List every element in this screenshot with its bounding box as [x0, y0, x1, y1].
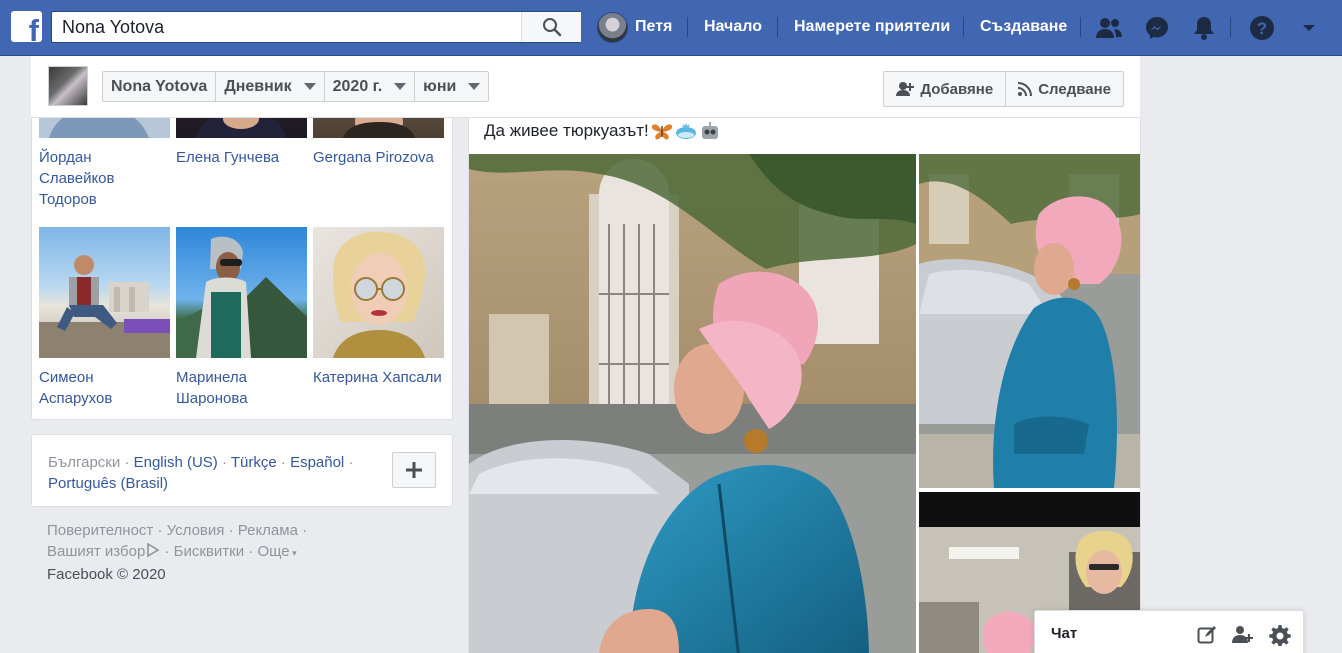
timeline-label: Дневник: [224, 78, 292, 95]
friend-tile[interactable]: Елена Гунчева: [176, 118, 307, 168]
language-selector-card: Български · English (US) · Türkçe · Espa…: [31, 434, 453, 507]
add-friend-button[interactable]: Добавяне: [884, 72, 1007, 106]
top-navigation-bar: f Петя Начало Намерете приятели Създаван…: [0, 0, 1342, 56]
post-photo-side-top[interactable]: [919, 154, 1140, 488]
friend-name[interactable]: Маринела Шаронова: [176, 367, 307, 409]
compose-message-icon[interactable]: [1195, 623, 1219, 647]
friend-photo[interactable]: [313, 118, 444, 138]
nav-divider: [777, 17, 778, 37]
friend-photo[interactable]: [39, 227, 170, 358]
language-link-english[interactable]: English (US): [134, 454, 218, 471]
friend-requests-icon[interactable]: [1095, 14, 1123, 42]
friend-photo[interactable]: [39, 118, 170, 138]
create-group-icon[interactable]: [1231, 623, 1255, 647]
messenger-icon[interactable]: [1143, 14, 1171, 42]
plus-icon: [406, 462, 422, 478]
language-list: Български · English (US) · Türkçe · Espa…: [48, 452, 378, 494]
search-input[interactable]: [52, 12, 522, 42]
post-photo-main[interactable]: [469, 154, 916, 653]
svg-text:?: ?: [1257, 19, 1267, 38]
nav-divider: [1080, 17, 1081, 37]
search-icon: [542, 18, 561, 37]
friend-name[interactable]: Gergana Pirozova: [313, 147, 444, 168]
avatar: [597, 11, 628, 43]
facebook-logo-icon[interactable]: f: [11, 11, 42, 42]
profile-thumbnail[interactable]: [48, 66, 88, 106]
post-card: Да живее тюркуазът!: [468, 118, 1141, 653]
timeline-dropdown[interactable]: Дневник: [216, 72, 325, 101]
footer-terms-link[interactable]: Условия: [167, 522, 225, 539]
friends-grid-card: Йордан Славейков Тодоров Елена Гунчева G…: [31, 118, 453, 420]
search-box: [51, 11, 581, 43]
add-friend-icon: [896, 82, 915, 96]
butterfly-emoji-icon: [651, 124, 672, 140]
page-footer: Поверителност · Условия · Реклама · Ваши…: [47, 520, 347, 585]
footer-ad-choices-link[interactable]: Вашият избор: [47, 543, 145, 560]
footer-cookies-link[interactable]: Бисквитки: [174, 543, 244, 560]
follow-button[interactable]: Следване: [1006, 72, 1123, 106]
footer-ads-link[interactable]: Реклама: [238, 522, 298, 539]
friend-name[interactable]: Елена Гунчева: [176, 147, 307, 168]
language-current: Български: [48, 454, 121, 471]
chevron-down-icon: [468, 83, 481, 90]
language-link-turkish[interactable]: Türkçe: [231, 454, 277, 471]
ad-choices-icon: [147, 542, 160, 558]
nav-divider: [1230, 17, 1231, 37]
follow-label: Следване: [1038, 80, 1111, 98]
friend-tile[interactable]: Катерина Хапсали: [313, 227, 444, 388]
footer-copyright: Facebook © 2020: [47, 566, 166, 583]
profile-actions: Добавяне Следване: [883, 71, 1124, 107]
notifications-bell-icon[interactable]: [1190, 14, 1218, 42]
month-label: юни: [423, 78, 457, 95]
footer-more-link[interactable]: Още: [257, 543, 289, 560]
account-menu-chevron-down-icon[interactable]: [1295, 14, 1323, 42]
add-friend-label: Добавяне: [920, 80, 994, 98]
footer-privacy-link[interactable]: Поверителност: [47, 522, 153, 539]
nav-divider: [963, 17, 964, 37]
rss-follow-icon: [1018, 82, 1033, 96]
friend-tile[interactable]: Маринела Шаронова: [176, 227, 307, 409]
robot-emoji-icon: [701, 122, 718, 139]
separator: ·: [348, 454, 354, 471]
separator: ·: [221, 454, 227, 471]
more-languages-button[interactable]: [392, 452, 436, 488]
separator: ·: [124, 454, 130, 471]
caret-down-icon: ▾: [289, 548, 297, 558]
timeline-navigation: Nona Yotova Дневник 2020 г. юни: [102, 71, 490, 102]
profile-name-link[interactable]: Nona Yotova: [103, 72, 217, 101]
post-text-content: Да живее тюркуазът!: [484, 121, 649, 140]
month-dropdown[interactable]: юни: [415, 72, 488, 101]
nav-user-profile-link[interactable]: Петя: [597, 11, 672, 43]
friend-photo[interactable]: [176, 118, 307, 138]
language-link-spanish[interactable]: Español: [290, 454, 344, 471]
year-label: 2020 г.: [332, 78, 383, 95]
chevron-down-icon: [394, 83, 407, 90]
help-icon[interactable]: ?: [1248, 14, 1276, 42]
friend-photo[interactable]: [176, 227, 307, 358]
nav-user-name: Петя: [635, 18, 673, 35]
post-text: Да живее тюркуазът!: [484, 120, 721, 142]
nav-home-link[interactable]: Начало: [704, 11, 762, 43]
friend-tile[interactable]: Симеон Аспарухов: [39, 227, 170, 409]
chevron-down-icon: [303, 83, 316, 90]
friend-tile[interactable]: Йордан Славейков Тодоров: [39, 118, 170, 210]
search-button[interactable]: [521, 12, 581, 42]
separator: ·: [280, 454, 286, 471]
friend-name[interactable]: Йордан Славейков Тодоров: [39, 147, 170, 210]
chat-settings-gear-icon[interactable]: [1268, 623, 1292, 647]
friend-tile[interactable]: Gergana Pirozova: [313, 118, 444, 168]
language-link-portuguese[interactable]: Português (Brasil): [48, 475, 168, 492]
friend-name[interactable]: Симеон Аспарухов: [39, 367, 170, 409]
friend-photo[interactable]: [313, 227, 444, 358]
chat-bar[interactable]: Чат: [1034, 610, 1304, 653]
chat-label: Чат: [1051, 625, 1078, 642]
profile-timeline-header: Nona Yotova Дневник 2020 г. юни Добавяне…: [31, 56, 1140, 118]
whale-emoji-icon: [675, 123, 696, 139]
nav-create-link[interactable]: Създаване: [980, 11, 1067, 43]
nav-divider: [687, 17, 688, 37]
friend-name[interactable]: Катерина Хапсали: [313, 367, 444, 388]
nav-find-friends-link[interactable]: Намерете приятели: [794, 11, 950, 43]
year-dropdown[interactable]: 2020 г.: [325, 72, 416, 101]
